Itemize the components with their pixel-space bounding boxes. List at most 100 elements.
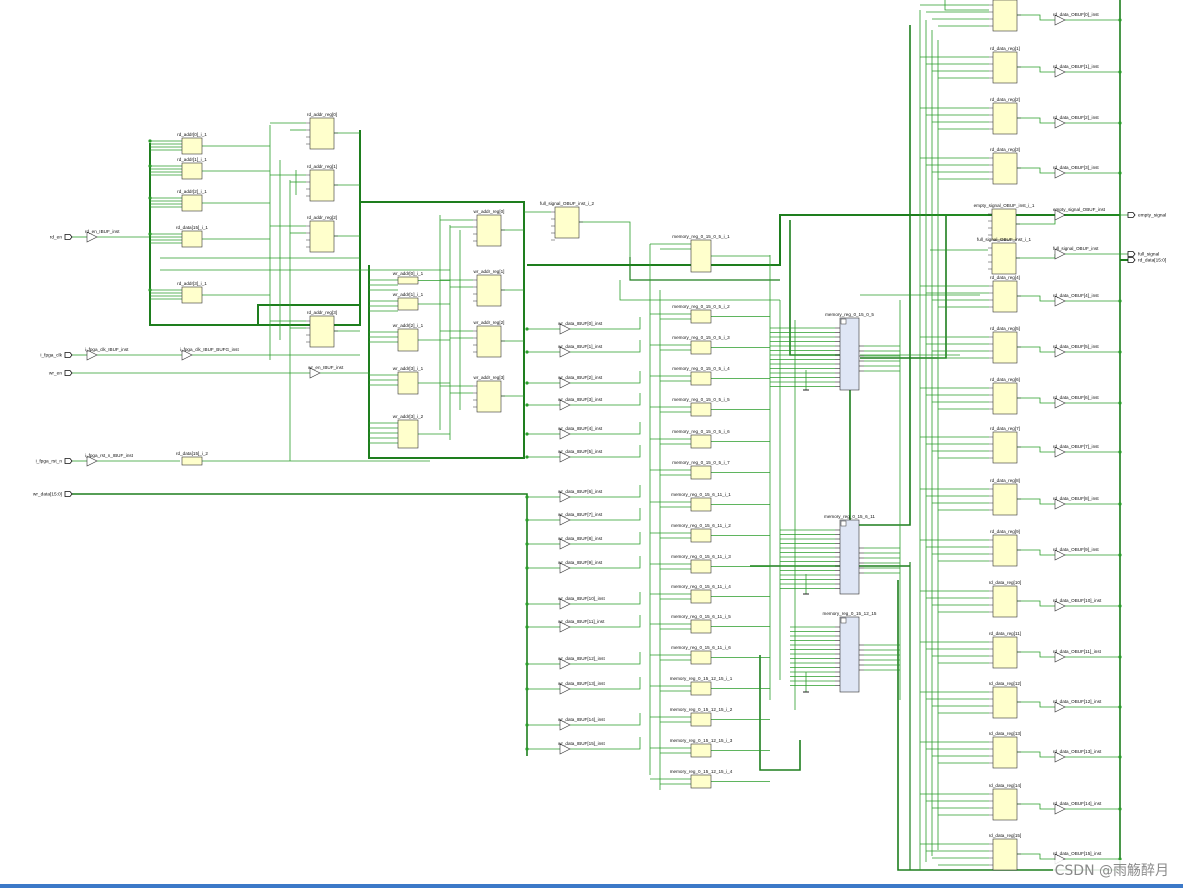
rd-data-reg-11[interactable]: rd_data_reg[11] — [989, 631, 1021, 669]
rd-data-reg-11-body[interactable] — [992, 636, 1018, 669]
wr-data-ibuf-9[interactable]: wr_data_IBUF[9]_inst — [558, 560, 603, 574]
rd-data-obuf-10[interactable]: rd_data_OBUF[10]_inst — [1053, 598, 1102, 612]
rd-data-obuf-6[interactable]: rd_data_OBUF[6]_inst — [1053, 395, 1099, 409]
memory-lut-9[interactable]: memory_reg_0_15_6_11_i_3 — [671, 554, 731, 574]
wr-data-ibuf-10[interactable]: wr_data_IBUF[10]_inst — [558, 596, 605, 610]
rd-data-reg-12[interactable]: rd_data_reg[12] — [989, 681, 1021, 719]
clk-ibuf[interactable]: i_fpga_clk_IBUF_inst — [85, 347, 129, 361]
output-port-rd-data-shape[interactable] — [1127, 257, 1136, 263]
ram-1[interactable]: memory_reg_0_15_6_11 — [824, 514, 875, 595]
rd-addr-lut-4[interactable]: rd_addr[3]_i_1 — [177, 281, 207, 304]
rd-data-reg-4[interactable]: rd_data_reg[4] — [989, 275, 1021, 313]
rd-en-ibuf[interactable]: rd_en_IBUF_inst — [85, 229, 120, 243]
memory-lut-10-body[interactable] — [690, 589, 712, 604]
memory-lut-4-body[interactable] — [690, 402, 712, 417]
wr-data-ibuf-6[interactable]: wr_data_IBUF[6]_inst — [558, 489, 603, 503]
rd-data-reg-10[interactable]: rd_data_reg[10] — [989, 580, 1021, 618]
memory-lut-5[interactable]: memory_reg_0_15_0_5_i_6 — [672, 429, 730, 449]
rd-data-obuf-1[interactable]: rd_data_OBUF[1]_inst — [1053, 64, 1099, 78]
memory-lut-0[interactable]: memory_reg_0_15_0_5_i_1 — [672, 234, 730, 273]
rd-data-obuf-2[interactable]: rd_data_OBUF[2]_inst — [1053, 115, 1099, 129]
memory-lut-7-body[interactable] — [690, 497, 712, 512]
full-signal-lut-1[interactable]: full_signal_OBUF_inst_i_1 — [977, 237, 1032, 275]
ram-2-body[interactable] — [839, 616, 860, 693]
clk-bufg[interactable]: i_fpga_clk_IBUF_BUFG_inst — [180, 347, 239, 361]
memory-lut-11[interactable]: memory_reg_0_15_6_11_i_5 — [671, 614, 731, 634]
rd-data-obuf-5[interactable]: rd_data_OBUF[5]_inst — [1053, 344, 1099, 358]
memory-lut-4[interactable]: memory_reg_0_15_0_5_i_5 — [672, 397, 730, 417]
rd-addr-lut-4-body[interactable] — [181, 286, 203, 304]
wr-addr-reg-3[interactable]: wr_addr_reg[3] — [473, 375, 505, 413]
memory-lut-3[interactable]: memory_reg_0_15_0_5_i_4 — [672, 366, 730, 386]
memory-lut-2[interactable]: memory_reg_0_15_0_5_i_3 — [672, 335, 730, 355]
rd-data-reg-9-body[interactable] — [992, 534, 1018, 567]
rd-data-reg-8[interactable]: rd_data_reg[8] — [989, 478, 1021, 516]
memory-lut-1-body[interactable] — [690, 309, 712, 324]
rd-data-obuf-4[interactable]: rd_data_OBUF[4]_inst — [1053, 293, 1099, 307]
wr-addr-lut-1-body[interactable] — [397, 297, 419, 311]
rd-data-reg-0-body[interactable] — [992, 0, 1018, 32]
wr-data-ibuf-11[interactable]: wr_data_IBUF[11]_inst — [558, 619, 605, 633]
wr-data-ibuf-1[interactable]: wr_data_IBUF[1]_inst — [558, 344, 603, 358]
rd-data-obuf-9[interactable]: rd_data_OBUF[9]_inst — [1053, 547, 1099, 561]
rd-addr-reg-2-body[interactable] — [309, 220, 335, 253]
memory-lut-11-body[interactable] — [690, 619, 712, 634]
empty-signal-lut-1[interactable]: empty_signal_OBUF_inst_i_1 — [974, 203, 1035, 241]
memory-lut-14[interactable]: memory_reg_0_15_12_15_i_2 — [670, 707, 733, 727]
wr-data-ibuf-4[interactable]: wr_data_IBUF[4]_inst — [558, 426, 603, 440]
wr-data-ibuf-7[interactable]: wr_data_IBUF[7]_inst — [558, 512, 603, 526]
wr-addr-reg-1[interactable]: wr_addr_reg[1] — [473, 269, 505, 307]
rd-addr-lut-1[interactable]: rd_addr[1]_i_1 — [177, 157, 207, 180]
full-signal-lut-2-body[interactable] — [554, 206, 580, 239]
memory-lut-12[interactable]: memory_reg_0_15_6_11_i_6 — [671, 645, 731, 665]
input-port-1-shape[interactable] — [64, 352, 73, 358]
wr-addr-reg-0-body[interactable] — [476, 214, 502, 247]
ram-1-body[interactable] — [839, 519, 860, 595]
wr-addr-reg-0[interactable]: wr_addr_reg[0] — [473, 209, 505, 247]
memory-lut-1[interactable]: memory_reg_0_15_0_5_i_2 — [672, 304, 730, 324]
rst-ibuf[interactable]: i_fpga_rst_n_IBUF_inst — [85, 453, 134, 467]
memory-lut-7[interactable]: memory_reg_0_15_6_11_i_1 — [671, 492, 731, 512]
rd-addr-lut-1-body[interactable] — [181, 162, 203, 180]
rd-data-obuf-7[interactable]: rd_data_OBUF[7]_inst — [1053, 444, 1099, 458]
wr-data-ibuf-14[interactable]: wr_data_IBUF[14]_inst — [558, 717, 605, 731]
rd-data-reg-7-body[interactable] — [992, 431, 1018, 464]
wr-en-ibuf[interactable]: wr_en_IBUF_inst — [308, 365, 344, 379]
rd-data-reg-13[interactable]: rd_data_reg[13] — [989, 731, 1021, 769]
rd-data-reg-10-body[interactable] — [992, 585, 1018, 618]
rd-addr-reg-0-body[interactable] — [309, 117, 335, 150]
rd-data-obuf-0[interactable]: rd_data_OBUF[0]_inst — [1053, 12, 1099, 26]
wr-data-ibuf-15[interactable]: wr_data_IBUF[15]_inst — [558, 741, 605, 755]
rd-data-reg-2[interactable]: rd_data_reg[2] — [989, 97, 1021, 135]
output-port-empty[interactable]: empty_signal — [1127, 212, 1166, 219]
output-port-full-shape[interactable] — [1127, 251, 1136, 257]
rd-addr-reg-2[interactable]: rd_addr_reg[2] — [306, 215, 338, 253]
memory-lut-15[interactable]: memory_reg_0_15_12_15_i_3 — [670, 738, 733, 758]
wr-addr-lut-3-body[interactable] — [397, 371, 419, 395]
memory-lut-2-body[interactable] — [690, 340, 712, 355]
ram-0-body[interactable] — [839, 317, 860, 391]
memory-lut-6[interactable]: memory_reg_0_15_0_5_i_7 — [672, 460, 730, 480]
rd-data-reg-0[interactable]: rd_data_reg[0] — [989, 0, 1021, 32]
rd-addr-lut-3[interactable]: rd_data[15]_i_1 — [176, 225, 208, 248]
full-signal-lut-1-body[interactable] — [991, 242, 1017, 275]
input-port-1[interactable]: i_fpga_clk — [40, 352, 73, 359]
memory-lut-14-body[interactable] — [690, 712, 712, 727]
ram-2[interactable]: memory_reg_0_15_12_15 — [823, 611, 877, 693]
rd-data-reg-7[interactable]: rd_data_reg[7] — [989, 426, 1021, 464]
wr-addr-reg-2-body[interactable] — [476, 325, 502, 358]
rd-data-reg-1[interactable]: rd_data_reg[1] — [989, 46, 1021, 84]
rd-data-reg-8-body[interactable] — [992, 483, 1018, 516]
rd-addr-lut-3-body[interactable] — [181, 230, 203, 248]
rd-data-reg-3-body[interactable] — [992, 152, 1018, 185]
memory-lut-16[interactable]: memory_reg_0_15_12_15_i_4 — [670, 769, 733, 789]
wr-data-ibuf-8[interactable]: wr_data_IBUF[8]_inst — [558, 536, 603, 550]
memory-lut-16-body[interactable] — [690, 774, 712, 789]
rd-data-lut-2[interactable]: rd_data[15]_i_2 — [176, 451, 208, 466]
rd-data-reg-15-body[interactable] — [992, 838, 1018, 871]
rd-data-lut-2-body[interactable] — [181, 456, 203, 466]
wr-data-ibuf-3[interactable]: wr_data_IBUF[3]_inst — [558, 397, 603, 411]
memory-lut-3-body[interactable] — [690, 371, 712, 386]
rd-addr-lut-2-body[interactable] — [181, 194, 203, 212]
rd-data-reg-13-body[interactable] — [992, 736, 1018, 769]
